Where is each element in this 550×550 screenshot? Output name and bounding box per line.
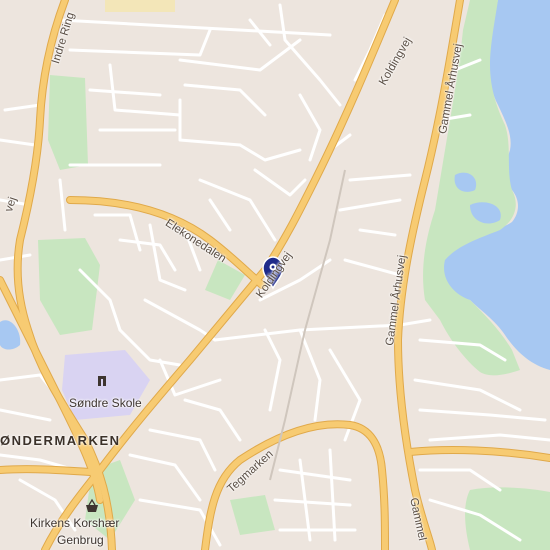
park-area bbox=[48, 75, 88, 170]
railway bbox=[269, 169, 346, 481]
commercial-area bbox=[105, 0, 175, 12]
park-area bbox=[38, 238, 100, 335]
poi-label-shop[interactable]: Kirkens Korshær bbox=[30, 516, 119, 530]
poi-label-school[interactable]: Søndre Skole bbox=[69, 396, 142, 410]
district-label: ØNDERMARKEN bbox=[0, 433, 121, 448]
park-area bbox=[230, 495, 275, 535]
poi-label-shop-line2[interactable]: Genbrug bbox=[57, 533, 104, 547]
pond bbox=[0, 320, 21, 350]
park-area bbox=[465, 487, 550, 550]
